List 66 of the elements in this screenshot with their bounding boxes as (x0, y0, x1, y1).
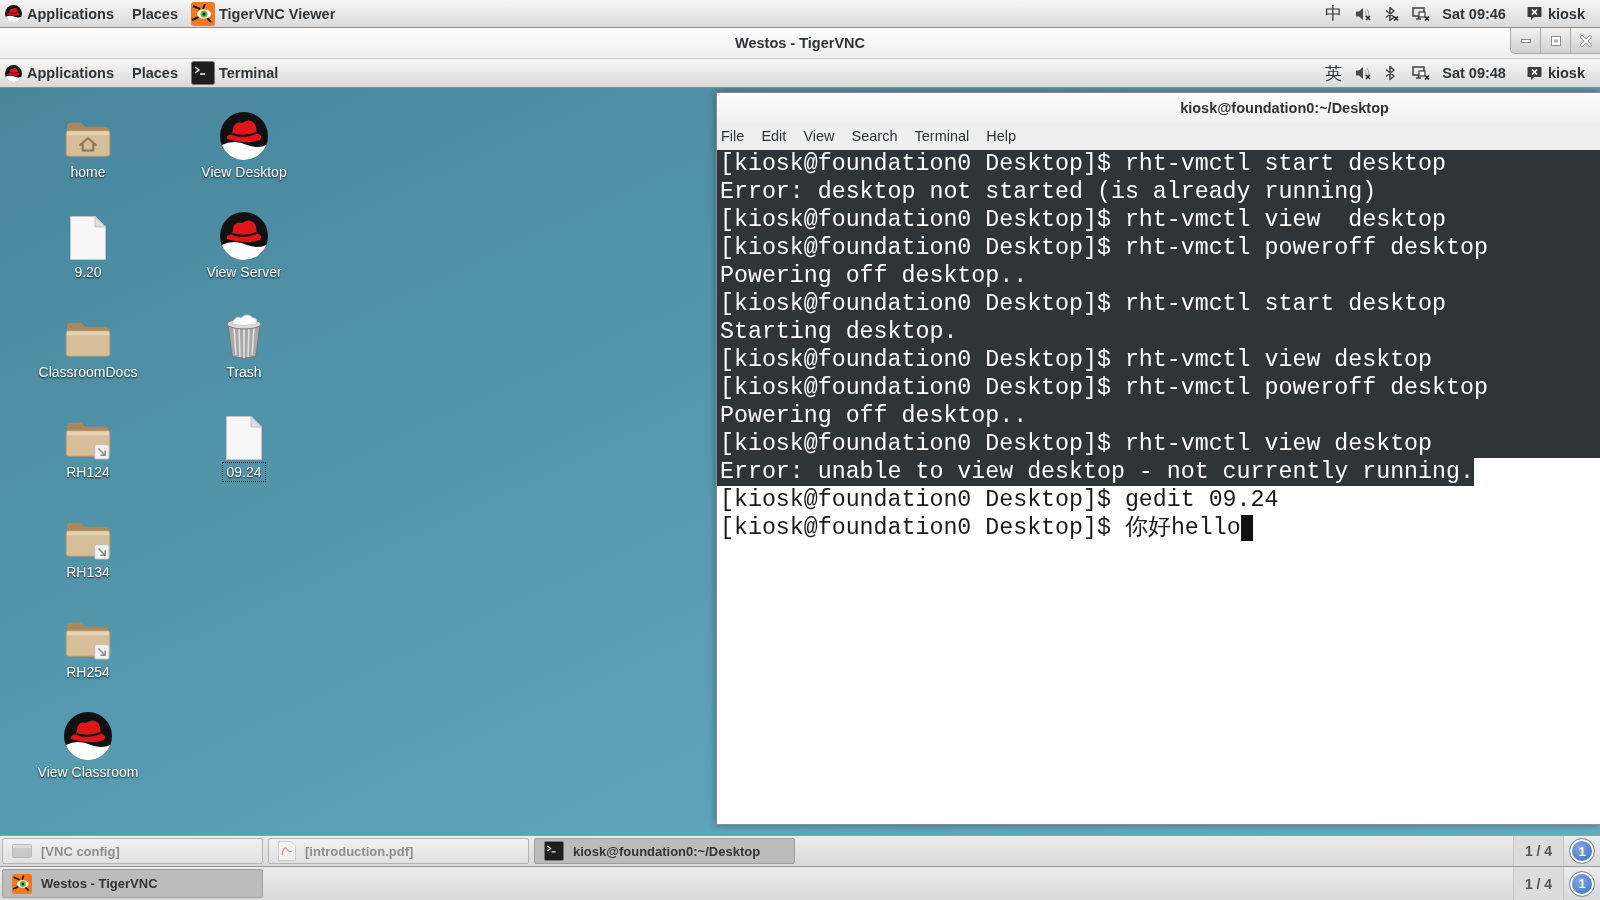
window-title: Westos - TigerVNC (735, 35, 865, 51)
terminal-icon (544, 841, 564, 861)
hat-emblem-icon[interactable] (220, 112, 268, 160)
menu-item[interactable]: Help (986, 128, 1017, 144)
tiger-eye-icon (191, 1, 215, 26)
clock[interactable]: Sat 09:48 (1442, 62, 1506, 84)
icon-label[interactable]: 9.20 (70, 262, 106, 282)
taskbar-button[interactable]: Westos - TigerVNC (2, 869, 263, 898)
user-status-icon (1526, 65, 1542, 81)
terminal-line: [kiosk@foundation0 Desktop]$ 你好hello (719, 514, 1241, 542)
volume-icon[interactable] (1355, 65, 1372, 81)
tiger-eye-icon (12, 873, 32, 894)
file-icon[interactable] (70, 216, 106, 260)
clock[interactable]: Sat 09:46 (1442, 2, 1506, 25)
taskbar-button[interactable]: kiosk@foundation0:~/Desktop (534, 838, 795, 864)
network-icon[interactable] (1412, 5, 1431, 22)
trash-icon[interactable] (224, 312, 264, 360)
icon-label[interactable]: ClassroomDocs (34, 362, 142, 382)
input-method-indicator[interactable]: 中 (1325, 2, 1343, 25)
window-button[interactable]: TigerVNC Viewer (191, 2, 336, 25)
panel-menu[interactable]: Places (132, 2, 178, 25)
menu-item[interactable]: Search (851, 128, 898, 144)
icon-label[interactable]: 09.24 (222, 462, 266, 482)
icon-label[interactable]: home (66, 162, 110, 182)
user-menu[interactable]: kiosk (1526, 62, 1585, 84)
window-icon (12, 843, 32, 859)
input-method-indicator[interactable]: 英 (1325, 62, 1343, 84)
minimize-button[interactable] (1510, 28, 1540, 54)
folder-shortcut-icon[interactable] (65, 620, 111, 660)
panel-menu[interactable]: Applications (27, 2, 114, 25)
icon-label[interactable]: RH124 (62, 462, 114, 482)
close-icon (1579, 34, 1592, 47)
menu-item[interactable]: Edit (761, 128, 787, 144)
window-button[interactable]: Terminal (191, 62, 279, 84)
minimize-icon (1520, 38, 1531, 43)
menu-item[interactable]: View (803, 128, 835, 144)
network-icon[interactable] (1412, 65, 1431, 81)
hat-emblem-icon[interactable] (64, 712, 112, 760)
workspace-indicator[interactable]: 1 / 4 (1513, 836, 1564, 866)
home-folder-icon[interactable] (65, 120, 111, 160)
menu-item[interactable]: File (721, 128, 745, 144)
folder-shortcut-icon[interactable] (65, 420, 111, 460)
terminal-line: [kiosk@foundation0 Desktop]$ gedit 09.24 (719, 486, 1279, 514)
icon-label[interactable]: View Desktop (197, 162, 291, 182)
maximize-icon (1550, 35, 1561, 46)
menu-item[interactable]: Terminal (914, 128, 970, 144)
window-title: kiosk@foundation0:~/Desktop (1180, 99, 1389, 116)
document-icon (278, 841, 296, 861)
user-status-icon (1526, 6, 1542, 21)
file-icon[interactable] (226, 416, 262, 460)
icon-label[interactable]: View Server (202, 262, 286, 282)
panel-menu[interactable]: Applications (27, 62, 114, 84)
maximize-button[interactable] (1540, 28, 1570, 54)
terminal-icon (191, 61, 215, 85)
folder-shortcut-icon[interactable] (65, 520, 111, 560)
volume-icon[interactable] (1355, 5, 1372, 22)
bluetooth-icon[interactable] (1384, 5, 1400, 22)
workspace-indicator[interactable]: 1 / 4 (1513, 867, 1564, 900)
icon-label[interactable]: Trash (222, 362, 266, 382)
user-menu[interactable]: kiosk (1526, 2, 1585, 25)
hat-emblem-icon (5, 5, 22, 22)
hat-emblem-icon[interactable] (220, 212, 268, 260)
folder-icon[interactable] (65, 320, 111, 360)
panel-menu[interactable]: Places (132, 62, 178, 84)
hat-emblem-icon (5, 64, 22, 82)
close-button[interactable] (1570, 28, 1600, 54)
